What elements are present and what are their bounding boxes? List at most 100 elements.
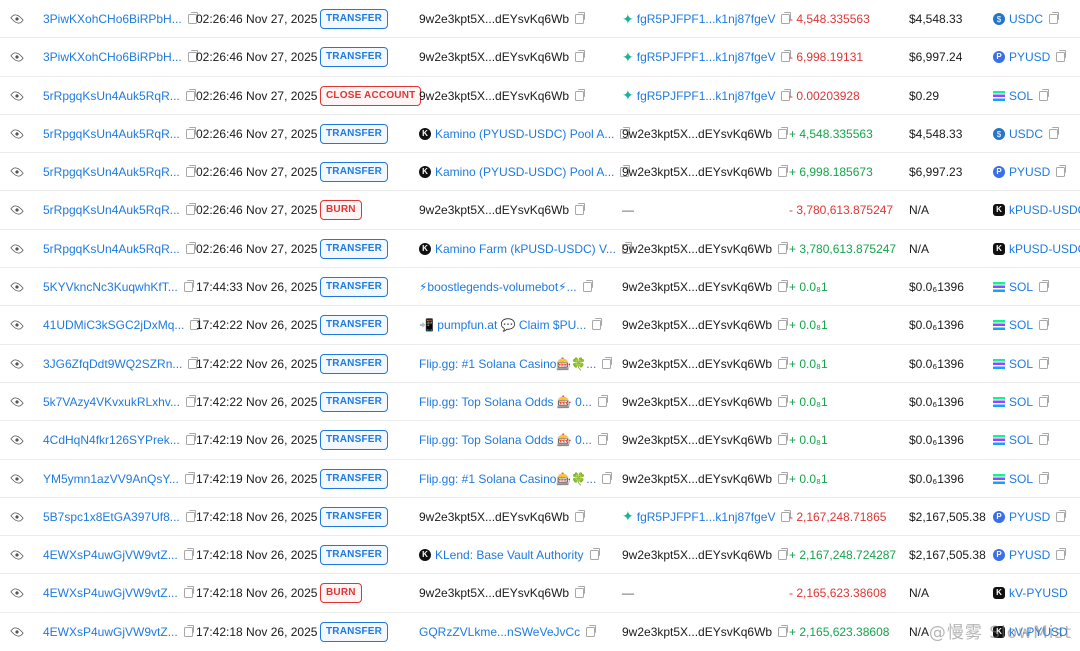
copy-icon[interactable] — [1039, 394, 1050, 407]
address-link[interactable]: 9w2e3kpt5X...dEYsvKq6Wb — [622, 127, 772, 141]
address-link[interactable]: KLend: Base Vault Authority — [435, 548, 584, 562]
address-link[interactable]: 9w2e3kpt5X...dEYsvKq6Wb — [419, 586, 569, 600]
eye-icon[interactable] — [10, 241, 24, 256]
copy-icon[interactable] — [778, 165, 789, 178]
copy-icon[interactable] — [602, 471, 613, 484]
copy-icon[interactable] — [575, 203, 586, 216]
copy-icon[interactable] — [778, 394, 789, 407]
eye-icon[interactable] — [10, 395, 24, 409]
address-link[interactable]: 9w2e3kpt5X...dEYsvKq6Wb — [622, 280, 772, 294]
copy-icon[interactable] — [575, 586, 586, 599]
eye-icon[interactable] — [10, 471, 24, 486]
copy-icon[interactable] — [1039, 433, 1050, 446]
copy-icon[interactable] — [575, 88, 586, 101]
token-link[interactable]: PYUSD — [1009, 50, 1050, 64]
signature-link[interactable]: 4CdHqN4fkr126SYPrek... — [43, 433, 180, 447]
signature-link[interactable]: 5B7spc1x8EtGA397Uf8... — [43, 510, 180, 524]
address-link[interactable]: 9w2e3kpt5X...dEYsvKq6Wb — [419, 203, 569, 217]
address-link[interactable]: fgR5PJFPF1...k1nj87fgeV — [637, 89, 776, 103]
copy-icon[interactable] — [1039, 88, 1050, 101]
signature-link[interactable]: YM5ymn1azVV9AnQsY... — [43, 472, 179, 486]
copy-icon[interactable] — [575, 50, 586, 63]
address-link[interactable]: Kamino (PYUSD-USDC) Pool A... — [435, 165, 614, 179]
address-link[interactable]: 9w2e3kpt5X...dEYsvKq6Wb — [419, 12, 569, 26]
eye-icon[interactable] — [10, 165, 24, 179]
token-link[interactable]: SOL — [1009, 89, 1033, 103]
token-link[interactable]: SOL — [1009, 357, 1033, 371]
signature-link[interactable]: 4EWXsP4uwGjVW9vtZ... — [43, 625, 178, 639]
copy-icon[interactable] — [185, 509, 196, 522]
copy-icon[interactable] — [183, 624, 194, 637]
copy-icon[interactable] — [778, 126, 789, 139]
address-link[interactable]: 9w2e3kpt5X...dEYsvKq6Wb — [622, 548, 772, 562]
signature-link[interactable]: 5KYVkncNc3KuqwhKfT... — [43, 280, 178, 294]
address-link[interactable]: 9w2e3kpt5X...dEYsvKq6Wb — [622, 472, 772, 486]
copy-icon[interactable] — [778, 241, 789, 254]
token-link[interactable]: kV-PYUSD — [1009, 586, 1068, 600]
eye-icon[interactable] — [10, 203, 24, 218]
signature-link[interactable]: 41UDMiC3kSGC2jDxMq... — [43, 318, 184, 332]
address-link[interactable]: 9w2e3kpt5X...dEYsvKq6Wb — [622, 433, 772, 447]
copy-icon[interactable] — [1056, 165, 1067, 178]
copy-icon[interactable] — [1056, 509, 1067, 522]
address-link[interactable]: 9w2e3kpt5X...dEYsvKq6Wb — [622, 625, 772, 639]
token-link[interactable]: SOL — [1009, 318, 1033, 332]
address-link[interactable]: fgR5PJFPF1...k1nj87fgeV — [637, 510, 776, 524]
eye-icon[interactable] — [10, 586, 24, 601]
copy-icon[interactable] — [586, 624, 597, 637]
copy-icon[interactable] — [778, 433, 789, 446]
copy-icon[interactable] — [1056, 548, 1067, 561]
copy-icon[interactable] — [597, 433, 608, 446]
copy-icon[interactable] — [575, 509, 586, 522]
copy-icon[interactable] — [778, 548, 789, 561]
address-link[interactable]: Flip.gg: #1 Solana Casino🎰🍀... — [419, 357, 596, 371]
token-link[interactable]: SOL — [1009, 433, 1033, 447]
copy-icon[interactable] — [183, 548, 194, 561]
address-link[interactable]: Flip.gg: Top Solana Odds 🎰 0... — [419, 395, 592, 409]
address-link[interactable]: ⚡boostlegends-volumebot⚡... — [419, 280, 577, 294]
signature-link[interactable]: 4EWXsP4uwGjVW9vtZ... — [43, 548, 178, 562]
address-link[interactable]: 9w2e3kpt5X...dEYsvKq6Wb — [622, 165, 772, 179]
token-link[interactable]: kPUSD-USDC — [1009, 203, 1080, 217]
token-link[interactable]: SOL — [1009, 395, 1033, 409]
address-link[interactable]: Kamino Farm (kPUSD-USDC) V... — [435, 242, 616, 256]
copy-icon[interactable] — [1039, 280, 1050, 293]
address-link[interactable]: fgR5PJFPF1...k1nj87fgeV — [637, 50, 776, 64]
address-link[interactable]: 9w2e3kpt5X...dEYsvKq6Wb — [622, 318, 772, 332]
eye-icon[interactable] — [10, 127, 24, 141]
address-link[interactable]: fgR5PJFPF1...k1nj87fgeV — [637, 12, 776, 26]
token-link[interactable]: SOL — [1009, 472, 1033, 486]
eye-icon[interactable] — [10, 88, 24, 103]
signature-link[interactable]: 3JG6ZfqDdt9WQ2SZRn... — [43, 357, 182, 371]
address-link[interactable]: 9w2e3kpt5X...dEYsvKq6Wb — [419, 89, 569, 103]
copy-icon[interactable] — [597, 394, 608, 407]
signature-link[interactable]: 5rRpgqKsUn4Auk5RqR... — [43, 242, 180, 256]
copy-icon[interactable] — [1039, 471, 1050, 484]
address-link[interactable]: 9w2e3kpt5X...dEYsvKq6Wb — [622, 242, 772, 256]
signature-link[interactable]: 5rRpgqKsUn4Auk5RqR... — [43, 127, 180, 141]
copy-icon[interactable] — [184, 471, 195, 484]
copy-icon[interactable] — [1049, 126, 1060, 139]
eye-icon[interactable] — [10, 280, 24, 294]
copy-icon[interactable] — [185, 394, 196, 407]
address-link[interactable]: GQRzZVLkme...nSWeVeJvCc — [419, 625, 580, 639]
address-link[interactable]: 9w2e3kpt5X...dEYsvKq6Wb — [419, 510, 569, 524]
token-link[interactable]: PYUSD — [1009, 165, 1050, 179]
token-link[interactable]: SOL — [1009, 280, 1033, 294]
copy-icon[interactable] — [183, 586, 194, 599]
copy-icon[interactable] — [185, 433, 196, 446]
copy-icon[interactable] — [778, 280, 789, 293]
copy-icon[interactable] — [183, 280, 194, 293]
copy-icon[interactable] — [1049, 12, 1060, 24]
address-link[interactable]: 9w2e3kpt5X...dEYsvKq6Wb — [622, 395, 772, 409]
copy-icon[interactable] — [185, 241, 196, 254]
copy-icon[interactable] — [778, 471, 789, 484]
signature-link[interactable]: 3PiwKXohCHo6BiRPbH... — [43, 12, 182, 26]
copy-icon[interactable] — [185, 88, 196, 101]
signature-link[interactable]: 5rRpgqKsUn4Auk5RqR... — [43, 203, 180, 217]
eye-icon[interactable] — [10, 433, 24, 448]
copy-icon[interactable] — [1039, 356, 1050, 369]
copy-icon[interactable] — [185, 165, 196, 178]
token-link[interactable]: USDC — [1009, 12, 1043, 26]
address-link[interactable]: 9w2e3kpt5X...dEYsvKq6Wb — [622, 357, 772, 371]
